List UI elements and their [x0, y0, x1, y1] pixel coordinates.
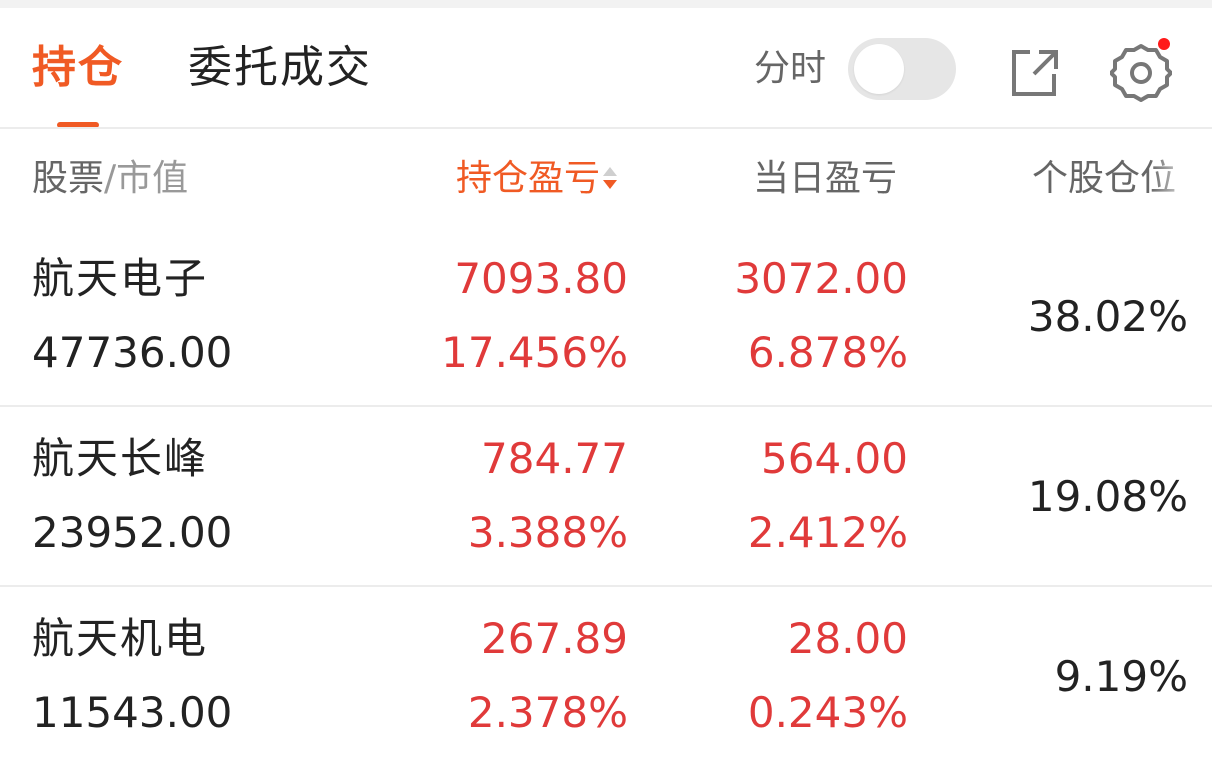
day-pnl-percent: 0.243%	[747, 688, 908, 737]
day-pnl-percent: 2.412%	[747, 508, 908, 557]
sort-icon	[602, 165, 618, 195]
position-ratio: 38.02%	[1027, 292, 1188, 341]
column-header-holding-pnl[interactable]: 持仓盈亏	[456, 155, 618, 203]
holding-pnl-percent: 3.388%	[467, 508, 628, 557]
row-divider	[0, 585, 1212, 587]
column-separator: /	[104, 158, 117, 199]
position-ratio: 19.08%	[1027, 472, 1188, 521]
market-value: 11543.00	[32, 688, 233, 737]
holding-pnl-percent: 2.378%	[467, 688, 628, 737]
notification-dot	[1158, 38, 1170, 50]
top-strip	[0, 0, 1212, 8]
tab-bar: 持仓 委托成交 分时	[0, 8, 1212, 128]
column-header-stock: 股票/市值	[32, 155, 188, 203]
share-icon[interactable]	[1008, 44, 1060, 100]
holding-row[interactable]: 航天长峰 23952.00 784.77 3.388% 564.00 2.412…	[0, 408, 1212, 588]
settings-gear-icon[interactable]	[1109, 42, 1173, 104]
day-pnl-percent: 6.878%	[747, 328, 908, 377]
column-header-day-pnl[interactable]: 当日盈亏	[753, 155, 897, 203]
day-pnl: 3072.00	[734, 254, 908, 303]
header-divider	[0, 127, 1212, 129]
market-value: 23952.00	[32, 508, 233, 557]
stock-name: 航天电子	[32, 254, 209, 303]
holding-row[interactable]: 航天机电 11543.00 267.89 2.378% 28.00 0.243%…	[0, 588, 1212, 768]
day-pnl: 564.00	[761, 434, 908, 483]
column-market-value-label: 市值	[116, 158, 189, 199]
column-holding-pnl-label: 持仓盈亏	[456, 158, 601, 199]
timeshare-label: 分时	[754, 48, 827, 89]
scroll-fade	[1150, 150, 1212, 208]
holding-pnl: 7093.80	[454, 254, 628, 303]
timeshare-toggle[interactable]	[848, 38, 956, 100]
holding-pnl: 784.77	[481, 434, 628, 483]
row-divider	[0, 405, 1212, 407]
toggle-knob	[854, 44, 904, 94]
column-stock-label: 股票	[32, 158, 105, 199]
holding-row[interactable]: 航天电子 47736.00 7093.80 17.456% 3072.00 6.…	[0, 228, 1212, 408]
stock-name: 航天机电	[32, 614, 209, 663]
day-pnl: 28.00	[787, 614, 908, 663]
tab-holdings[interactable]: 持仓	[32, 32, 124, 104]
position-ratio: 9.19%	[1054, 652, 1188, 701]
holding-pnl: 267.89	[481, 614, 628, 663]
holding-pnl-percent: 17.456%	[441, 328, 628, 377]
stock-name: 航天长峰	[32, 434, 209, 483]
market-value: 47736.00	[32, 328, 233, 377]
tab-orders[interactable]: 委托成交	[188, 32, 372, 104]
